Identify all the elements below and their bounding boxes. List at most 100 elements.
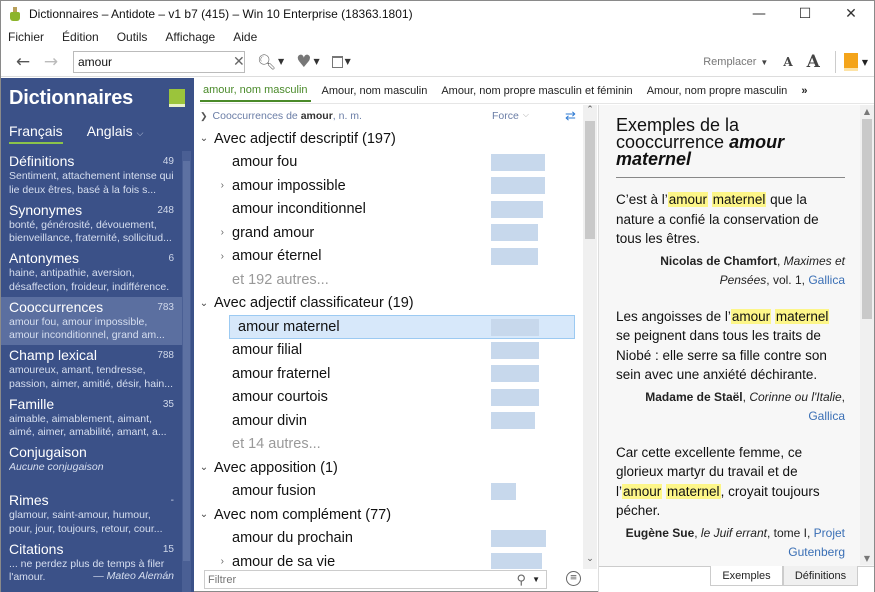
filter-caret-icon[interactable]: ▼ bbox=[532, 575, 540, 584]
cooccurrence-row[interactable]: amour du prochain bbox=[194, 527, 583, 551]
cooccurrence-row[interactable]: › amour éternel bbox=[194, 245, 583, 269]
chevron-right-icon[interactable]: › bbox=[194, 180, 232, 191]
sidebar-scrollbar[interactable] bbox=[182, 151, 191, 592]
history-button[interactable]: ▼ bbox=[331, 55, 351, 68]
cooccurrence-row[interactable]: › amour de sa vie bbox=[194, 550, 583, 569]
cooccurrence-row[interactable]: amour maternel bbox=[229, 315, 575, 339]
filter-input[interactable] bbox=[205, 573, 517, 586]
sidebar-item-famille[interactable]: Famille 35 aimable, aimablement, aimant, a… bbox=[1, 394, 182, 443]
cooccurrence-row[interactable]: › amour impossible bbox=[194, 174, 583, 198]
cooccurrence-row[interactable]: › grand amour bbox=[194, 221, 583, 245]
more-items-link[interactable]: et 14 autres... bbox=[194, 433, 583, 457]
orange-book-icon[interactable] bbox=[843, 53, 858, 71]
sidebar-item-rimes[interactable]: Rimes - glamour, saint-amour, humour, pour… bbox=[1, 490, 182, 539]
example-quote: C’est à l’amour maternel que la nature a… bbox=[616, 192, 819, 246]
highlight: amour bbox=[730, 308, 772, 324]
strength-bar bbox=[491, 247, 538, 265]
swap-arrows-icon[interactable]: ⇄ bbox=[565, 108, 576, 124]
sidebar-item-definitions[interactable]: Définitions 49 Sentiment, attachement inte… bbox=[1, 151, 182, 200]
font-larger-button[interactable]: A bbox=[807, 52, 820, 72]
menu-affichage[interactable]: Affichage bbox=[165, 30, 215, 44]
title-bar: Dictionnaires – Antidote – v1 b7 (415) –… bbox=[1, 1, 874, 27]
minimize-button[interactable]: — bbox=[736, 1, 782, 27]
chevron-down-icon: ⌄ bbox=[199, 462, 209, 474]
forward-arrow-icon[interactable]: → bbox=[37, 52, 65, 72]
strength-bar bbox=[491, 482, 516, 500]
group-header[interactable]: ⌄ Avec apposition (1) bbox=[194, 456, 583, 480]
replace-button[interactable]: Remplacer ▼ bbox=[703, 56, 768, 68]
collapse-chevron-icon[interactable]: ❯ bbox=[200, 111, 208, 122]
chevron-down-icon: ⌄ bbox=[199, 297, 209, 309]
menu-aide[interactable]: Aide bbox=[233, 30, 257, 44]
zoom-search-button[interactable]: 🔍︎ ▼ bbox=[257, 53, 284, 71]
example-source: Nicolas de Chamfort, Maximes et Pensées,… bbox=[660, 253, 845, 287]
sidebar-item-antonymes[interactable]: Antonymes 6 haine, antipathie, aversion, d… bbox=[1, 248, 182, 297]
menu-outils[interactable]: Outils bbox=[117, 30, 148, 44]
menu-fichier[interactable]: Fichier bbox=[8, 30, 44, 44]
chevron-right-icon[interactable]: › bbox=[194, 556, 232, 567]
cooccurrence-text: amour divin bbox=[232, 412, 307, 429]
strength-bar bbox=[491, 388, 539, 406]
favorites-button[interactable]: ♥ ▼ bbox=[296, 52, 319, 72]
clear-search-icon[interactable]: ✕ bbox=[233, 53, 245, 70]
chevron-down-icon: ⌵ bbox=[136, 128, 144, 138]
cooccurrence-text: amour fraternel bbox=[232, 365, 331, 382]
strength-bar bbox=[491, 200, 543, 218]
more-items-link[interactable]: et 192 autres... bbox=[194, 268, 583, 292]
group-header[interactable]: ⌄ Avec adjectif descriptif (197) bbox=[194, 127, 583, 151]
tab-amour-nom-masculin[interactable]: amour, nom masculin bbox=[200, 80, 311, 102]
cooccurrence-scrollbar[interactable]: ⌃ ⌄ bbox=[583, 105, 597, 569]
bin-icon bbox=[331, 55, 343, 68]
strength-bar bbox=[491, 224, 538, 241]
filter-box: ⚲ ▼ bbox=[204, 570, 547, 589]
filter-options-icon[interactable]: ≡ bbox=[566, 571, 581, 586]
lang-tab-anglais[interactable]: Anglais ⌵ bbox=[87, 123, 144, 144]
sidebar-item-citations[interactable]: Citations 15... ne perdez plus de temps à… bbox=[1, 539, 182, 588]
cooccurrence-row[interactable]: amour courtois bbox=[194, 386, 583, 410]
force-sort-header[interactable]: Force ⌵ bbox=[492, 110, 529, 122]
back-arrow-icon[interactable]: ← bbox=[9, 52, 37, 72]
maximize-button[interactable]: ☐ bbox=[782, 1, 828, 27]
example-quote: Car cette excellente femme, ce glorieux … bbox=[616, 444, 820, 519]
strength-bar bbox=[491, 341, 539, 359]
tab-exemples[interactable]: Exemples bbox=[710, 566, 783, 586]
tab-amour-nom-masculin-cap[interactable]: Amour, nom masculin bbox=[319, 81, 431, 101]
cooccurrence-row[interactable]: amour fraternel bbox=[194, 362, 583, 386]
cooccurrence-row[interactable]: amour inconditionnel bbox=[194, 198, 583, 222]
chevron-right-icon[interactable]: › bbox=[194, 251, 232, 262]
cooccurrence-row[interactable]: amour divin bbox=[194, 409, 583, 433]
cooccurrence-panel: ❯ Cooccurrences de amour, n. m. Force ⌵ ⇄… bbox=[194, 105, 599, 592]
group-header[interactable]: ⌄ Avec nom complément (77) bbox=[194, 503, 583, 527]
cooccurrence-row[interactable]: amour fusion bbox=[194, 480, 583, 504]
examples-panel: Exemples de la cooccurrence amour matern… bbox=[599, 105, 874, 592]
sidebar-item-champ-lexical[interactable]: Champ lexical 788 amoureux, amant, tendres… bbox=[1, 345, 182, 394]
cooccurrence-text: amour du prochain bbox=[232, 530, 353, 547]
chevron-right-icon[interactable]: › bbox=[194, 227, 232, 238]
heading-divider bbox=[616, 177, 845, 178]
tab-definitions[interactable]: Définitions bbox=[783, 566, 858, 586]
source-link[interactable]: Gallica bbox=[808, 273, 845, 287]
examples-scrollbar[interactable]: ▲ ▼ bbox=[860, 105, 874, 565]
close-button[interactable]: ✕ bbox=[828, 1, 874, 27]
source-link[interactable]: Gallica bbox=[808, 409, 845, 423]
sidebar-item-cooccurrences[interactable]: Cooccurrences 783 amour fou, amour impossi… bbox=[1, 296, 182, 345]
search-input[interactable] bbox=[78, 54, 233, 69]
menu-edition[interactable]: Édition bbox=[62, 30, 99, 44]
font-smaller-button[interactable]: A bbox=[783, 55, 792, 69]
cooccurrence-text: grand amour bbox=[232, 224, 315, 241]
book-menu-caret-icon[interactable]: ▼ bbox=[862, 58, 868, 67]
cooccurrence-text: amour éternel bbox=[232, 248, 322, 265]
sidebar-item-synonymes[interactable]: Synonymes 248 bonté, générosité, dévouemen… bbox=[1, 200, 182, 249]
tab-amour-nom-propre-mf[interactable]: Amour, nom propre masculin et féminin bbox=[438, 81, 635, 101]
heart-icon: ♥ bbox=[296, 51, 312, 72]
sidebar-title: Dictionnaires bbox=[9, 87, 134, 109]
cooccurrence-row[interactable]: amour fou bbox=[194, 151, 583, 175]
group-header[interactable]: ⌄ Avec adjectif classificateur (19) bbox=[194, 292, 583, 316]
search-icon[interactable]: ⚲ bbox=[517, 572, 527, 588]
sidebar-item-conjugaison[interactable]: Conjugaison Aucune conjugaison bbox=[1, 442, 182, 490]
cooccurrence-tree: ⌄ Avec adjectif descriptif (197) amour fou… bbox=[194, 127, 583, 569]
cooccurrence-row[interactable]: amour filial bbox=[194, 339, 583, 363]
more-tabs-button[interactable]: » bbox=[798, 81, 810, 101]
tab-amour-nom-propre-m[interactable]: Amour, nom propre masculin bbox=[644, 81, 791, 101]
lang-tab-francais[interactable]: Français bbox=[9, 123, 63, 144]
